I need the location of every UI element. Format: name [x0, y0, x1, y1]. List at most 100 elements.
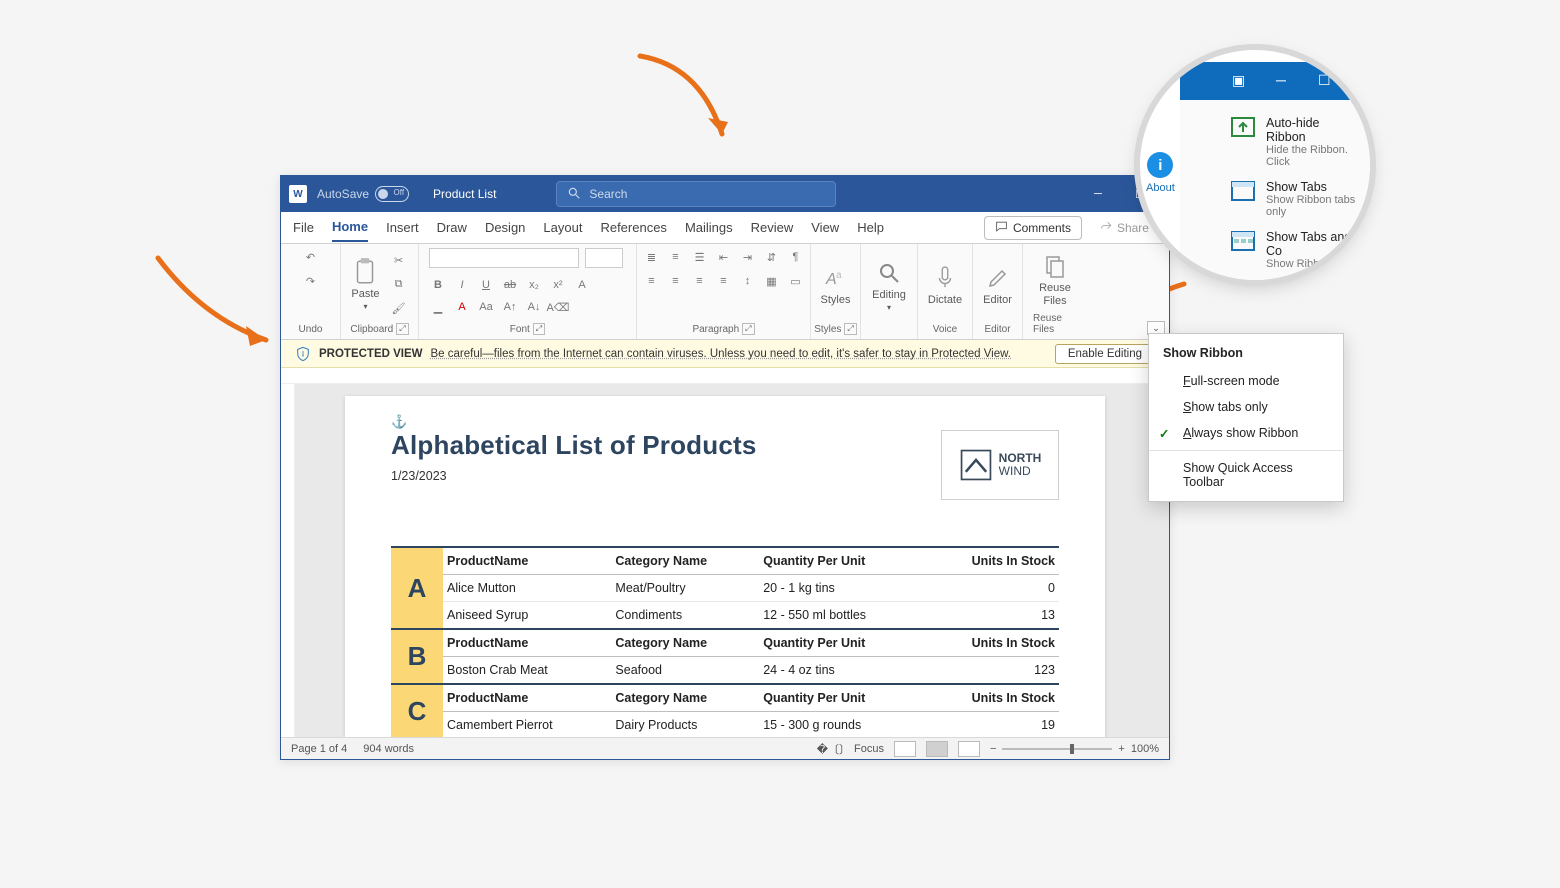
menu-item[interactable]: ✓Always show Ribbon: [1149, 420, 1343, 446]
shading-icon[interactable]: ▦: [763, 272, 781, 290]
align-center-icon[interactable]: ≡: [667, 272, 685, 290]
paste-label: Paste: [351, 288, 379, 300]
multilevel-icon[interactable]: ☰: [691, 248, 709, 266]
clear-format-icon[interactable]: A⌫: [549, 298, 567, 316]
ribbon-option[interactable]: Auto-hide Ribbon Hide the Ribbon. Click: [1180, 110, 1370, 174]
increase-indent-icon[interactable]: ⇥: [739, 248, 757, 266]
zoom-slider[interactable]: [1002, 748, 1112, 750]
highlight-icon[interactable]: ▁: [429, 298, 447, 316]
font-color-icon[interactable]: A: [453, 298, 471, 316]
align-right-icon[interactable]: ≡: [691, 272, 709, 290]
align-left-icon[interactable]: ≡: [643, 272, 661, 290]
northwind-logo: NORTH WIND: [941, 430, 1059, 500]
tab-mailings[interactable]: Mailings: [685, 214, 733, 241]
justify-icon[interactable]: ≡: [715, 272, 733, 290]
bullets-icon[interactable]: ≣: [643, 248, 661, 266]
tab-review[interactable]: Review: [751, 214, 794, 241]
tab-insert[interactable]: Insert: [386, 214, 419, 241]
underline-icon[interactable]: U: [477, 276, 495, 294]
ruler[interactable]: [281, 368, 1169, 384]
cell-stock: 13: [924, 602, 1059, 630]
showmarks-icon[interactable]: ¶: [787, 248, 805, 266]
comments-button[interactable]: Comments: [984, 216, 1082, 240]
subscript-icon[interactable]: x₂: [525, 276, 543, 294]
bold-icon[interactable]: B: [429, 276, 447, 294]
print-layout-button[interactable]: [926, 741, 948, 757]
check-icon: ✓: [1159, 426, 1169, 441]
vertical-ruler[interactable]: [281, 384, 295, 737]
zoom-out-icon[interactable]: −: [990, 743, 996, 755]
group-font: Font ⤢: [510, 321, 545, 337]
decrease-indent-icon[interactable]: ⇤: [715, 248, 733, 266]
italic-icon[interactable]: I: [453, 276, 471, 294]
numbering-icon[interactable]: ≡: [667, 248, 685, 266]
autosave-toggle[interactable]: AutoSave Off: [317, 186, 409, 202]
format-painter-icon[interactable]: 🖌: [390, 300, 408, 318]
search-input[interactable]: [589, 187, 825, 201]
col-productname: ProductName: [443, 629, 611, 657]
minimize-icon[interactable]: ─: [1276, 72, 1286, 88]
undo-icon[interactable]: ↶: [302, 248, 320, 266]
read-mode-button[interactable]: [894, 741, 916, 757]
word-count[interactable]: 904 words: [363, 743, 414, 755]
tab-file[interactable]: File: [293, 214, 314, 241]
strike-icon[interactable]: ab: [501, 276, 519, 294]
menu-item[interactable]: Show tabs only: [1149, 394, 1343, 420]
share-button[interactable]: Share ▾: [1100, 220, 1157, 236]
app-icon: W: [289, 185, 307, 203]
page-indicator[interactable]: Page 1 of 4: [291, 743, 347, 755]
focus-button[interactable]: �〔〕 Focus: [817, 741, 884, 757]
copy-icon[interactable]: ⧉: [390, 276, 408, 294]
minimize-button[interactable]: ─: [1077, 176, 1119, 212]
option-title: Auto-hide Ribbon: [1266, 116, 1358, 144]
about-button[interactable]: i About: [1146, 152, 1175, 194]
toggle-track[interactable]: Off: [375, 186, 409, 202]
text-effects-icon[interactable]: A: [573, 276, 591, 294]
change-case-icon[interactable]: Aa: [477, 298, 495, 316]
tab-draw[interactable]: Draw: [437, 214, 467, 241]
document-area[interactable]: ⚓ Alphabetical List of Products 1/23/202…: [281, 384, 1169, 737]
zoom-in-icon[interactable]: +: [1118, 743, 1124, 755]
shield-icon: [295, 346, 311, 362]
tab-layout[interactable]: Layout: [543, 214, 582, 241]
tab-home[interactable]: Home: [332, 213, 368, 242]
search-box[interactable]: [556, 181, 836, 207]
grow-font-icon[interactable]: A↑: [501, 298, 519, 316]
menu-item[interactable]: Full-screen mode: [1149, 368, 1343, 394]
zoom-level[interactable]: 100%: [1131, 743, 1159, 755]
tab-references[interactable]: References: [600, 214, 666, 241]
dictate-button[interactable]: Dictate: [928, 264, 962, 306]
maximize-icon[interactable]: ☐: [1318, 72, 1331, 89]
line-spacing-icon[interactable]: ↕: [739, 272, 757, 290]
font-name-combo[interactable]: [429, 248, 579, 268]
col-qty: Quantity Per Unit: [759, 684, 923, 712]
ribbon-option[interactable]: Show Tabs Show Ribbon tabs only: [1180, 174, 1370, 224]
shrink-font-icon[interactable]: A↓: [525, 298, 543, 316]
menu-item-qat[interactable]: Show Quick Access Toolbar: [1149, 455, 1343, 495]
sort-icon[interactable]: ⇵: [763, 248, 781, 266]
superscript-icon[interactable]: x²: [549, 276, 567, 294]
tab-design[interactable]: Design: [485, 214, 525, 241]
paste-button[interactable]: Paste ▾: [351, 258, 379, 311]
cut-icon[interactable]: ✂: [390, 252, 408, 270]
styles-button[interactable]: Aa Styles: [821, 264, 851, 306]
document-title: Product List: [433, 187, 496, 201]
tab-help[interactable]: Help: [857, 214, 884, 241]
editing-button[interactable]: Editing ▾: [872, 259, 906, 312]
cell-cat: Seafood: [611, 657, 759, 685]
cell-name: Aniseed Syrup: [443, 602, 611, 630]
reuse-files-button[interactable]: Reuse Files: [1033, 252, 1077, 306]
borders-icon[interactable]: ▭: [787, 272, 805, 290]
enable-editing-button[interactable]: Enable Editing: [1055, 344, 1155, 364]
ribbon-option[interactable]: Show Tabs and Co Show Ribbon tab: [1180, 224, 1370, 276]
web-layout-button[interactable]: [958, 741, 980, 757]
option-icon: [1230, 180, 1256, 202]
tab-view[interactable]: View: [811, 214, 839, 241]
font-size-combo[interactable]: [585, 248, 623, 268]
clipboard-icon: [351, 258, 379, 286]
zoom-control[interactable]: − + 100%: [990, 743, 1159, 755]
comment-icon: [995, 220, 1008, 236]
ribbon-display-icon[interactable]: ▣: [1232, 72, 1245, 89]
redo-icon[interactable]: ↷: [302, 272, 320, 290]
editor-button[interactable]: Editor: [983, 264, 1012, 306]
